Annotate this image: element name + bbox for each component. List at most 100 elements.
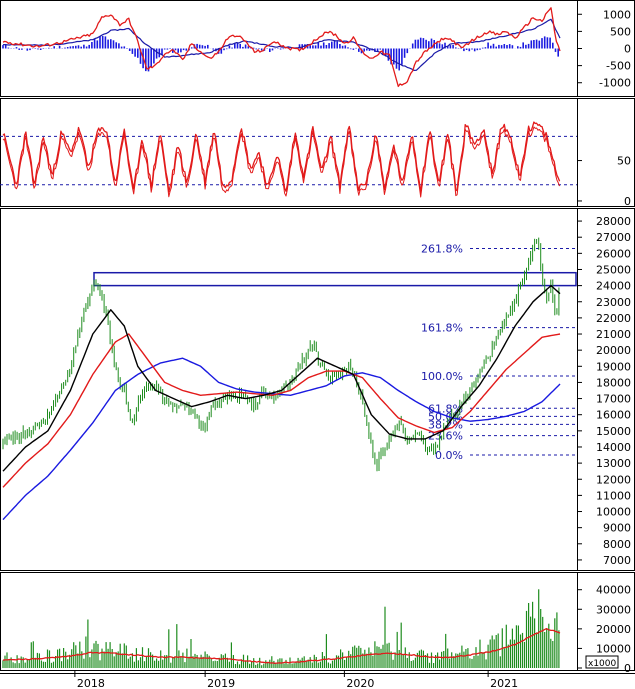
macd-histogram-bar <box>182 48 185 51</box>
macd-histogram-bar <box>134 48 136 57</box>
macd-histogram-bar <box>26 48 29 51</box>
price-y-tick-label: 14000 <box>596 441 631 454</box>
macd-histogram-bar <box>42 48 45 49</box>
macd-histogram-bar <box>120 46 123 49</box>
macd-histogram-bar <box>328 43 330 49</box>
price-y-tick-label: 23000 <box>596 296 631 309</box>
x-tick-label: 2021 <box>490 677 518 689</box>
price-y-tick-label: 24000 <box>596 280 631 293</box>
macd-histogram-bar <box>468 48 471 52</box>
macd-histogram-bar <box>239 43 241 49</box>
macd-histogram-bar <box>85 46 88 49</box>
price-y-tick-label: 28000 <box>596 215 631 228</box>
fib-level-label: 0.0% <box>435 449 463 462</box>
macd-histogram-bar <box>177 48 179 53</box>
macd-y-tick-label: -1000 <box>599 77 631 90</box>
macd-histogram-bar <box>75 45 77 49</box>
macd-histogram-bar <box>549 37 551 49</box>
macd-histogram-bar <box>320 45 322 49</box>
macd-histogram-bar <box>112 40 115 49</box>
volume-y-tick-label: 20000 <box>596 623 631 636</box>
macd-histogram-bar <box>535 39 538 49</box>
macd-histogram-bar <box>225 48 228 50</box>
macd-histogram-bar <box>309 45 311 49</box>
macd-histogram-bar <box>258 48 260 50</box>
macd-histogram-bar <box>174 48 177 51</box>
macd-histogram-bar <box>190 47 193 49</box>
macd-histogram-bar <box>557 48 559 57</box>
macd-histogram-bar <box>198 44 201 49</box>
macd-histogram-bar <box>18 48 20 50</box>
macd-histogram-bar <box>347 47 349 49</box>
macd-histogram-bar <box>312 45 314 49</box>
macd-histogram-bar <box>255 48 258 50</box>
macd-histogram-bar <box>21 48 23 50</box>
macd-histogram-bar <box>379 48 382 50</box>
macd-histogram-bar <box>349 48 352 50</box>
macd-histogram-bar <box>66 47 69 49</box>
macd-histogram-bar <box>530 40 533 49</box>
macd-histogram-bar <box>417 39 419 49</box>
price-y-tick-label: 27000 <box>596 231 631 244</box>
macd-histogram-bar <box>511 45 514 49</box>
volume-y-tick-label: 0 <box>624 662 631 675</box>
macd-y-tick-label: 500 <box>610 25 631 38</box>
macd-histogram-bar <box>479 48 481 50</box>
volume-y-tick-label: 30000 <box>596 603 631 616</box>
macd-histogram-bar <box>352 48 355 50</box>
macd-histogram-bar <box>7 47 10 49</box>
macd-histogram-bar <box>395 48 398 69</box>
macd-histogram-bar <box>39 48 42 50</box>
price-y-tick-label: 11000 <box>596 489 631 502</box>
macd-histogram-bar <box>107 39 109 49</box>
macd-histogram-bar <box>77 45 80 49</box>
macd-histogram-bar <box>438 43 441 49</box>
volume-y-tick-label: 10000 <box>596 642 631 655</box>
macd-histogram-bar <box>155 48 158 59</box>
macd-histogram-bar <box>495 46 497 49</box>
macd-histogram-bar <box>331 41 333 49</box>
macd-histogram-bar <box>93 38 96 49</box>
macd-histogram-bar <box>137 48 139 58</box>
price-y-tick-label: 26000 <box>596 247 631 260</box>
macd-histogram-bar <box>201 45 204 49</box>
price-y-tick-label: 8000 <box>603 538 631 551</box>
macd-histogram-bar <box>101 36 104 49</box>
chart-canvas: 261.8% 161.8% 100.0% 61.8% 50.0% 38.2% 23.6% 0.… <box>0 0 635 689</box>
macd-histogram-bar <box>212 48 214 50</box>
macd-histogram-bar <box>358 48 360 52</box>
macd-histogram-bar <box>180 48 182 53</box>
fib-level-label: 161.8% <box>421 322 463 335</box>
macd-histogram-bar <box>169 48 171 49</box>
macd-histogram-bar <box>487 42 489 49</box>
macd-histogram-bar <box>452 45 454 49</box>
price-y-tick-label: 20000 <box>596 344 631 357</box>
macd-histogram-bar <box>53 46 55 49</box>
price-y-tick-label: 21000 <box>596 328 631 341</box>
macd-histogram-bar <box>527 43 530 49</box>
macd-histogram-bar <box>64 47 66 49</box>
macd-histogram-bar <box>363 48 365 52</box>
price-y-tick-label: 9000 <box>603 522 631 535</box>
macd-histogram-bar <box>425 39 427 49</box>
macd-histogram-bar <box>260 48 263 51</box>
macd-histogram-bar <box>406 48 409 54</box>
macd-histogram-bar <box>228 45 231 49</box>
x-tick-label: 2018 <box>77 677 105 689</box>
macd-histogram-bar <box>471 48 473 50</box>
macd-histogram-bar <box>314 45 317 49</box>
macd-signal-line <box>2 18 561 71</box>
price-y-tick-label: 10000 <box>596 506 631 519</box>
macd-histogram-bar <box>166 48 169 50</box>
volume-unit-label: x1000 <box>588 659 617 669</box>
macd-histogram-bar <box>123 46 126 49</box>
macd-histogram-bar <box>244 44 247 49</box>
macd-histogram-bar <box>473 48 476 52</box>
macd-histogram-bar <box>96 40 99 49</box>
macd-histogram-bar <box>336 41 338 49</box>
macd-histogram-bar <box>533 40 535 49</box>
macd-histogram-bar <box>91 42 93 49</box>
macd-histogram-bar <box>538 40 541 49</box>
macd-histogram-bar <box>58 45 61 49</box>
macd-histogram-bar <box>411 43 414 49</box>
